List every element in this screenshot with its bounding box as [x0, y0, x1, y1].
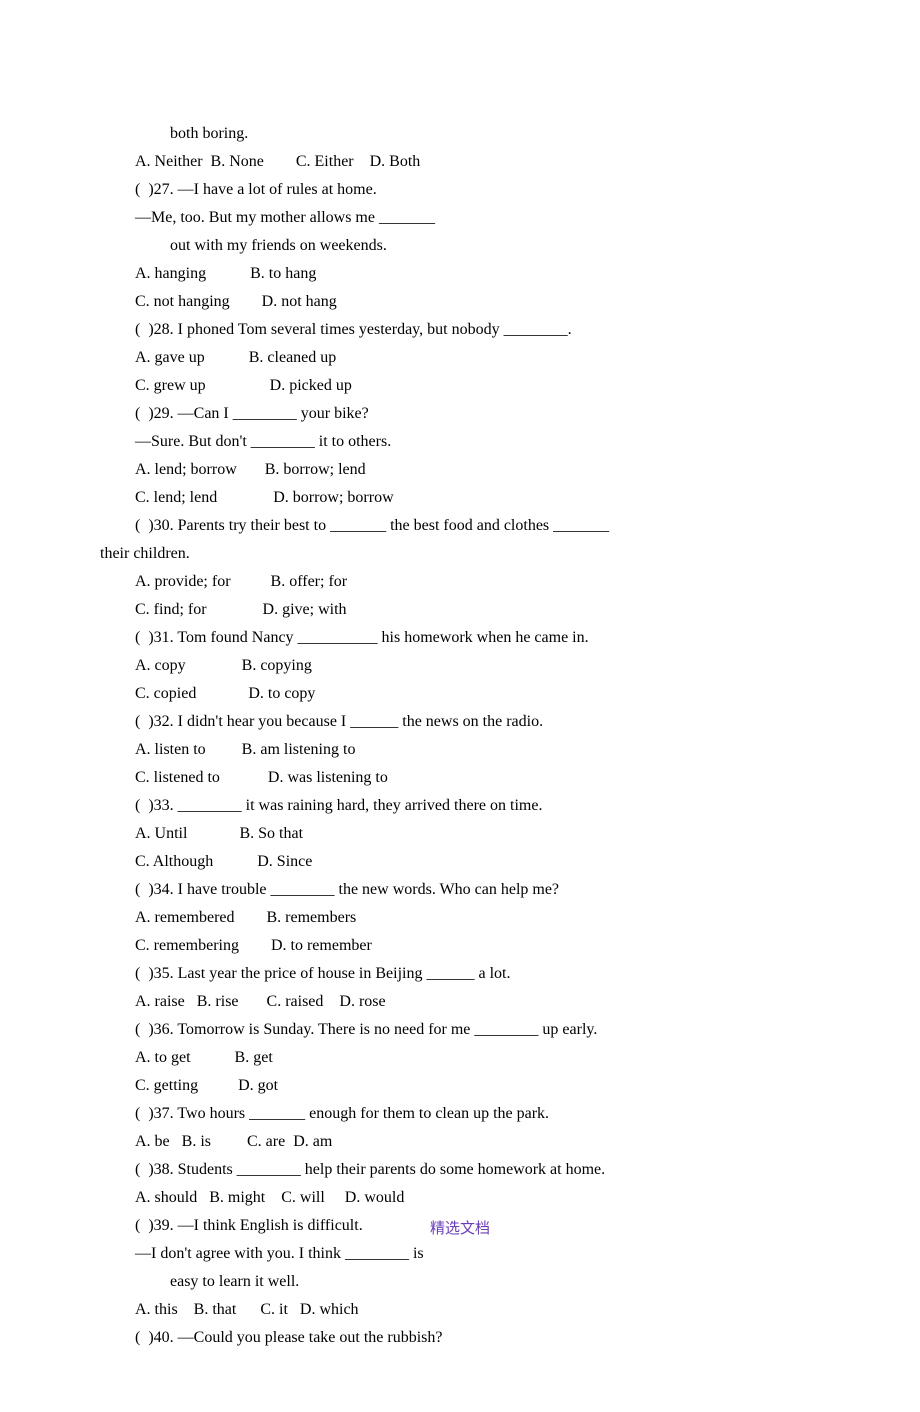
line-3: —Me, too. But my mother allows me ______…: [100, 204, 820, 232]
line-10: ( )29. —Can I ________ your bike?: [100, 400, 820, 428]
line-35: ( )37. Two hours _______ enough for them…: [100, 1100, 820, 1128]
line-42: A. this B. that C. it D. which: [100, 1296, 820, 1324]
line-20: C. copied D. to copy: [100, 680, 820, 708]
line-34: C. getting D. got: [100, 1072, 820, 1100]
line-8: A. gave up B. cleaned up: [100, 344, 820, 372]
line-31: A. raise B. rise C. raised D. rose: [100, 988, 820, 1016]
line-33: A. to get B. get: [100, 1044, 820, 1072]
line-18: ( )31. Tom found Nancy __________ his ho…: [100, 624, 820, 652]
line-23: C. listened to D. was listening to: [100, 764, 820, 792]
line-15: their children.: [100, 540, 820, 568]
line-29: C. remembering D. to remember: [100, 932, 820, 960]
line-6: C. not hanging D. not hang: [100, 288, 820, 316]
line-30: ( )35. Last year the price of house in B…: [100, 960, 820, 988]
line-0: both boring.: [100, 120, 820, 148]
line-5: A. hanging B. to hang: [100, 260, 820, 288]
footer-text: 精选文档: [0, 1216, 920, 1242]
line-28: A. remembered B. remembers: [100, 904, 820, 932]
line-25: A. Until B. So that: [100, 820, 820, 848]
line-26: C. Although D. Since: [100, 848, 820, 876]
line-36: A. be B. is C. are D. am: [100, 1128, 820, 1156]
page-body: both boring.A. Neither B. None C. Either…: [0, 0, 920, 1412]
line-40: —I don't agree with you. I think _______…: [100, 1240, 820, 1268]
line-12: A. lend; borrow B. borrow; lend: [100, 456, 820, 484]
line-21: ( )32. I didn't hear you because I _____…: [100, 708, 820, 736]
line-19: A. copy B. copying: [100, 652, 820, 680]
line-41: easy to learn it well.: [100, 1268, 820, 1296]
line-22: A. listen to B. am listening to: [100, 736, 820, 764]
line-13: C. lend; lend D. borrow; borrow: [100, 484, 820, 512]
line-37: ( )38. Students ________ help their pare…: [100, 1156, 820, 1184]
line-38: A. should B. might C. will D. would: [100, 1184, 820, 1212]
line-1: A. Neither B. None C. Either D. Both: [100, 148, 820, 176]
line-24: ( )33. ________ it was raining hard, the…: [100, 792, 820, 820]
line-4: out with my friends on weekends.: [100, 232, 820, 260]
line-27: ( )34. I have trouble ________ the new w…: [100, 876, 820, 904]
line-16: A. provide; for B. offer; for: [100, 568, 820, 596]
line-2: ( )27. —I have a lot of rules at home.: [100, 176, 820, 204]
line-32: ( )36. Tomorrow is Sunday. There is no n…: [100, 1016, 820, 1044]
line-7: ( )28. I phoned Tom several times yester…: [100, 316, 820, 344]
line-11: —Sure. But don't ________ it to others.: [100, 428, 820, 456]
line-43: ( )40. —Could you please take out the ru…: [100, 1324, 820, 1352]
line-9: C. grew up D. picked up: [100, 372, 820, 400]
line-14: ( )30. Parents try their best to _______…: [100, 512, 820, 540]
line-17: C. find; for D. give; with: [100, 596, 820, 624]
